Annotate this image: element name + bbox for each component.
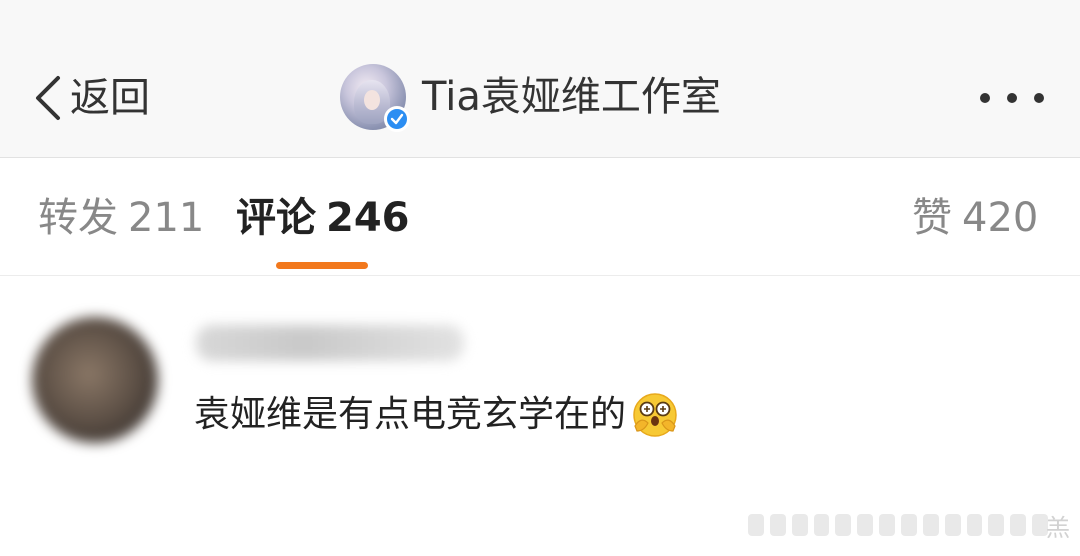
profile-name[interactable]: Tia袁娅维工作室 [422,64,721,130]
watermark-text: 羔 [1046,514,1070,542]
back-button[interactable]: 返回 [30,68,150,128]
active-tab-indicator [276,262,368,269]
back-label: 返回 [70,75,150,121]
tab-like-count: 420 [962,195,1039,241]
comment-body: 袁娅维是有点电竞玄学在的 [194,389,680,441]
chevron-left-icon [36,76,60,120]
tab-repost[interactable]: 转发 211 [38,194,204,242]
comment-text: 袁娅维是有点电竞玄学在的 [194,394,627,435]
verified-badge-icon [384,106,410,132]
more-dot [980,93,990,103]
more-button[interactable] [974,80,1050,116]
commenter-name-blurred[interactable] [196,325,464,361]
top-nav-bar: 返回 Tia袁娅维工作室 [0,0,1080,158]
watermark-bar [748,512,1049,538]
tab-like-label: 赞 [912,195,952,241]
tab-comment-count: 246 [326,195,410,241]
engagement-tabs: 转发 211 评论 246 赞 420 [0,158,1080,276]
commenter-avatar[interactable] [32,317,158,443]
profile-avatar[interactable] [340,64,410,132]
more-dot [1007,93,1017,103]
hugging-face-emoji-icon [630,390,680,440]
tab-comment[interactable]: 评论 246 [236,194,410,242]
tab-comment-label: 评论 [236,195,316,241]
profile-header[interactable]: Tia袁娅维工作室 [340,64,721,132]
tab-repost-label: 转发 [38,195,118,241]
tab-repost-count: 211 [128,195,205,241]
tab-like[interactable]: 赞 420 [912,194,1038,242]
more-dot [1034,93,1044,103]
